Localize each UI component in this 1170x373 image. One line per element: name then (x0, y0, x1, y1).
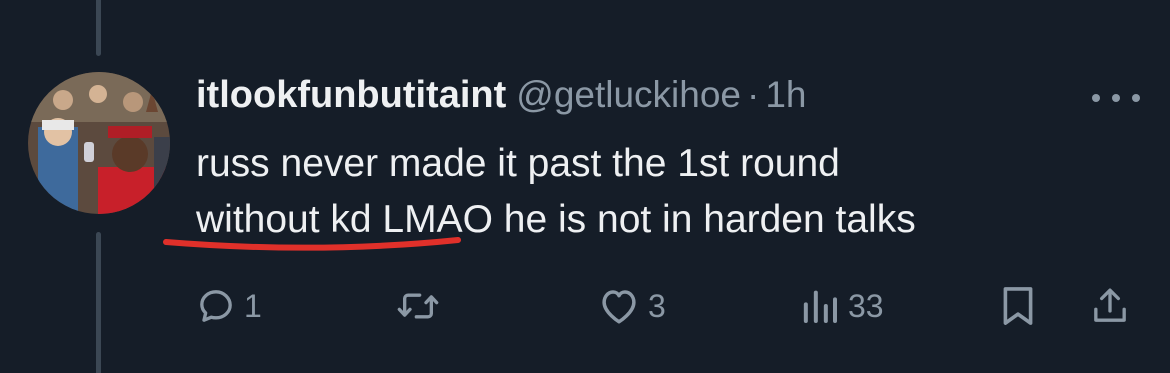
display-name[interactable]: itlookfunbutitaint (196, 74, 506, 117)
reply-icon (200, 290, 232, 322)
like-count: 3 (648, 287, 666, 324)
like-button[interactable]: 3 (598, 276, 666, 336)
tweet-header: itlookfunbutitaint @getluckihoe · 1h (196, 74, 807, 124)
like-icon (602, 290, 636, 324)
retweet-icon (397, 293, 439, 319)
red-underline-annotation (163, 237, 461, 251)
thread-connector-top (96, 0, 101, 56)
tweet-text-line-1: russ never made it past the 1st round (196, 142, 840, 185)
user-handle[interactable]: @getluckihoe (516, 74, 741, 116)
share-button[interactable] (1090, 276, 1130, 336)
reply-count: 1 (244, 287, 262, 324)
views-count: 33 (848, 287, 884, 324)
views-button[interactable]: 33 (800, 276, 884, 336)
reply-button[interactable]: 1 (196, 276, 262, 336)
timestamp[interactable]: 1h (765, 74, 806, 116)
retweet-button[interactable] (396, 276, 448, 336)
action-bar: 1 3 33 (0, 276, 1170, 336)
bookmark-button[interactable] (1000, 276, 1036, 336)
separator-dot: · (747, 74, 760, 115)
bookmark-icon (1003, 287, 1033, 325)
views-icon (803, 290, 837, 323)
avatar[interactable] (28, 72, 170, 214)
more-icon[interactable] (1092, 88, 1140, 108)
share-icon (1094, 288, 1126, 322)
